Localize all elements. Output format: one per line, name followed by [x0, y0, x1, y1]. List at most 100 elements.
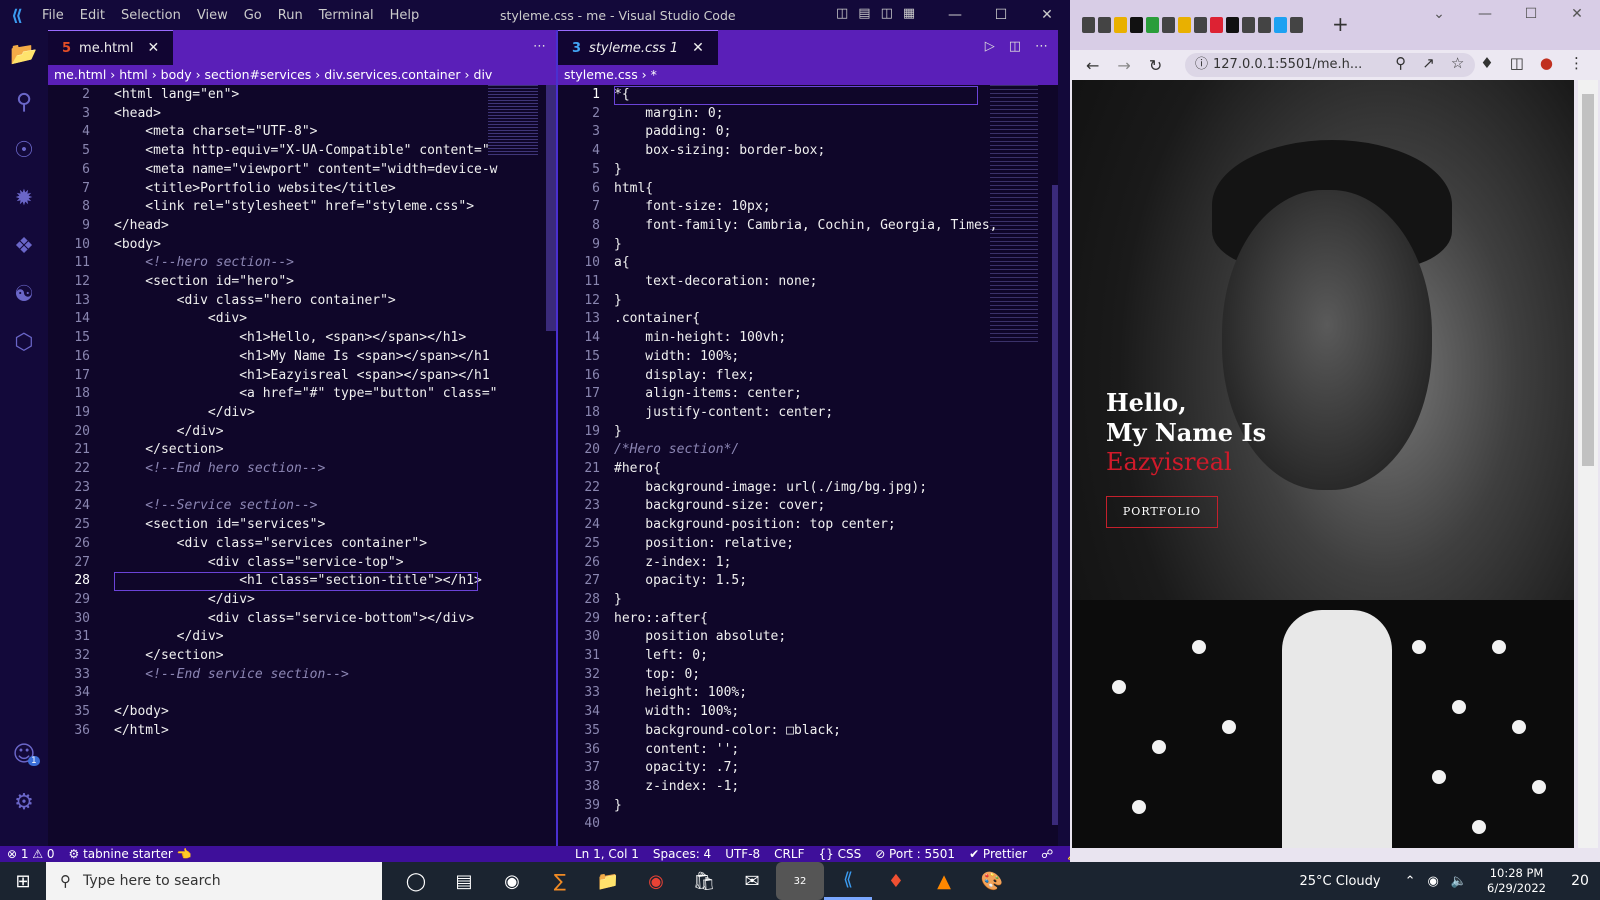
- language-mode[interactable]: {} CSS: [818, 847, 861, 861]
- maximize-icon[interactable]: ☐: [1508, 6, 1554, 22]
- code-line[interactable]: <h1>My Name Is <span></span></h1: [114, 349, 489, 364]
- menu-item-terminal[interactable]: Terminal: [319, 8, 374, 23]
- code-line[interactable]: text-decoration: none;: [614, 274, 817, 289]
- vlc-icon[interactable]: ▲: [920, 862, 968, 900]
- code-line[interactable]: opacity: 1.5;: [614, 573, 747, 588]
- zoom-icon[interactable]: ⚲: [1395, 54, 1406, 72]
- windows-start-icon[interactable]: ⊞: [0, 871, 46, 892]
- menu-item-run[interactable]: Run: [278, 8, 303, 23]
- html-code-editor[interactable]: 2 <html lang="en"> 3 <head> 4 <meta charset=…: [48, 85, 556, 846]
- code-line[interactable]: <!--End hero section-->: [114, 461, 325, 476]
- code-line[interactable]: </div>: [114, 424, 224, 439]
- taskbar-clock[interactable]: 10:28 PM 6/29/2022: [1487, 866, 1546, 896]
- code-line[interactable]: height: 100%;: [614, 685, 747, 700]
- code-line[interactable]: min-height: 100vh;: [614, 330, 786, 345]
- code-line[interactable]: background-image: url(./img/bg.jpg);: [614, 480, 927, 495]
- code-line[interactable]: }: [614, 592, 622, 607]
- code-line[interactable]: <div class="service-top">: [114, 555, 404, 570]
- code-line[interactable]: <div class="services container">: [114, 536, 427, 551]
- pinned-tab-favicon[interactable]: [1130, 17, 1143, 33]
- minimize-icon[interactable]: —: [932, 0, 978, 30]
- code-line[interactable]: </div>: [114, 629, 224, 644]
- code-line[interactable]: <!--Service section-->: [114, 498, 317, 513]
- menu-item-go[interactable]: Go: [244, 8, 262, 23]
- live-share-icon[interactable]: ☍: [1041, 847, 1053, 861]
- run-icon[interactable]: ▷: [985, 39, 995, 54]
- breadcrumb-html[interactable]: me.html › html › body › section#services…: [48, 65, 556, 85]
- code-line[interactable]: </html>: [114, 723, 169, 738]
- code-line[interactable]: padding: 0;: [614, 124, 731, 139]
- code-line[interactable]: </head>: [114, 218, 169, 233]
- line-ending[interactable]: CRLF: [774, 847, 804, 861]
- code-line[interactable]: font-family: Cambria, Cochin, Georgia, T…: [614, 218, 997, 233]
- page-scrollbar[interactable]: [1578, 80, 1598, 848]
- code-line[interactable]: <a href="#" type="button" class=": [114, 386, 497, 401]
- weather-widget[interactable]: 25°C Cloudy: [1300, 874, 1381, 889]
- code-line[interactable]: z-index: -1;: [614, 779, 739, 794]
- bookmark-star-icon[interactable]: ☆: [1451, 54, 1464, 72]
- pinned-tab-favicon[interactable]: [1114, 17, 1127, 33]
- code-line[interactable]: margin: 0;: [614, 106, 723, 121]
- code-line[interactable]: }: [614, 293, 622, 308]
- scrollbar-css[interactable]: [1052, 185, 1058, 825]
- code-line[interactable]: content: '';: [614, 742, 739, 757]
- maximize-icon[interactable]: ☐: [978, 0, 1024, 30]
- code-line[interactable]: left: 0;: [614, 648, 708, 663]
- minimap-html[interactable]: [488, 85, 538, 155]
- extensions-icon[interactable]: ❖: [0, 222, 48, 270]
- pinned-tab-favicon[interactable]: [1290, 17, 1303, 33]
- pinned-tab-favicon[interactable]: [1178, 17, 1191, 33]
- chrome-icon[interactable]: ◉: [632, 862, 680, 900]
- settings-gear-icon[interactable]: ⚙: [0, 778, 48, 826]
- cortana-icon[interactable]: ◯: [392, 862, 440, 900]
- close-tab-icon[interactable]: ✕: [692, 40, 704, 56]
- code-line[interactable]: <h1>Hello, <span></span></h1>: [114, 330, 466, 345]
- back-icon[interactable]: ←: [1086, 56, 1099, 75]
- code-line[interactable]: display: flex;: [614, 368, 755, 383]
- pinned-tab-favicon[interactable]: [1098, 17, 1111, 33]
- search-icon[interactable]: ⚲: [0, 78, 48, 126]
- code-line[interactable]: <body>: [114, 237, 161, 252]
- code-line[interactable]: </body>: [114, 704, 169, 719]
- code-line[interactable]: <h1>Eazyisreal <span></span></h1: [114, 368, 489, 383]
- code-line[interactable]: }: [614, 162, 622, 177]
- code-line[interactable]: </section>: [114, 442, 223, 457]
- code-line[interactable]: </div>: [114, 405, 255, 420]
- code-line[interactable]: #hero{: [614, 461, 661, 476]
- pinned-tab-favicon[interactable]: [1274, 17, 1287, 33]
- share-icon[interactable]: ↗: [1422, 54, 1435, 72]
- code-line[interactable]: <div>: [114, 311, 247, 326]
- code-line[interactable]: <title>Portfolio website</title>: [114, 181, 395, 196]
- code-line[interactable]: html{: [614, 181, 653, 196]
- split-editor-icon[interactable]: ◫: [1009, 39, 1021, 54]
- code-line[interactable]: <!--End service section-->: [114, 667, 349, 682]
- pinned-tab-favicon[interactable]: [1146, 17, 1159, 33]
- code-line[interactable]: <section id="services">: [114, 517, 325, 532]
- debug-icon[interactable]: ✹: [0, 174, 48, 222]
- code-line[interactable]: a{: [614, 255, 630, 270]
- reload-icon[interactable]: ↻: [1149, 56, 1162, 75]
- new-tab-icon[interactable]: +: [1332, 12, 1349, 36]
- tabnine-status[interactable]: ⚙ tabnine starter 👈: [69, 847, 192, 861]
- code-line[interactable]: hero::after{: [614, 611, 708, 626]
- code-line[interactable]: <meta http-equiv="X-UA-Compatible" conte…: [114, 143, 489, 158]
- pinned-tab-favicon[interactable]: [1194, 17, 1207, 33]
- code-line[interactable]: background-size: cover;: [614, 498, 825, 513]
- code-line[interactable]: z-index: 1;: [614, 555, 731, 570]
- code-line[interactable]: width: 100%;: [614, 704, 739, 719]
- code-line[interactable]: }: [614, 237, 622, 252]
- menu-item-view[interactable]: View: [197, 8, 228, 23]
- code-line[interactable]: }: [614, 798, 622, 813]
- extensions-puzzle-icon[interactable]: ♦: [1480, 54, 1493, 72]
- code-line[interactable]: <!--hero section-->: [114, 255, 294, 270]
- minimize-icon[interactable]: —: [1462, 6, 1508, 22]
- code-line[interactable]: position absolute;: [614, 629, 786, 644]
- pinned-tab-favicon[interactable]: [1082, 17, 1095, 33]
- menu-item-file[interactable]: File: [42, 8, 64, 23]
- breadcrumb-css[interactable]: styleme.css › *: [558, 65, 1058, 85]
- code-line[interactable]: justify-content: center;: [614, 405, 833, 420]
- close-icon[interactable]: ✕: [1024, 0, 1070, 30]
- code-line[interactable]: top: 0;: [614, 667, 700, 682]
- portfolio-button[interactable]: PORTFOLIO: [1106, 496, 1218, 528]
- code-line[interactable]: </div>: [114, 592, 255, 607]
